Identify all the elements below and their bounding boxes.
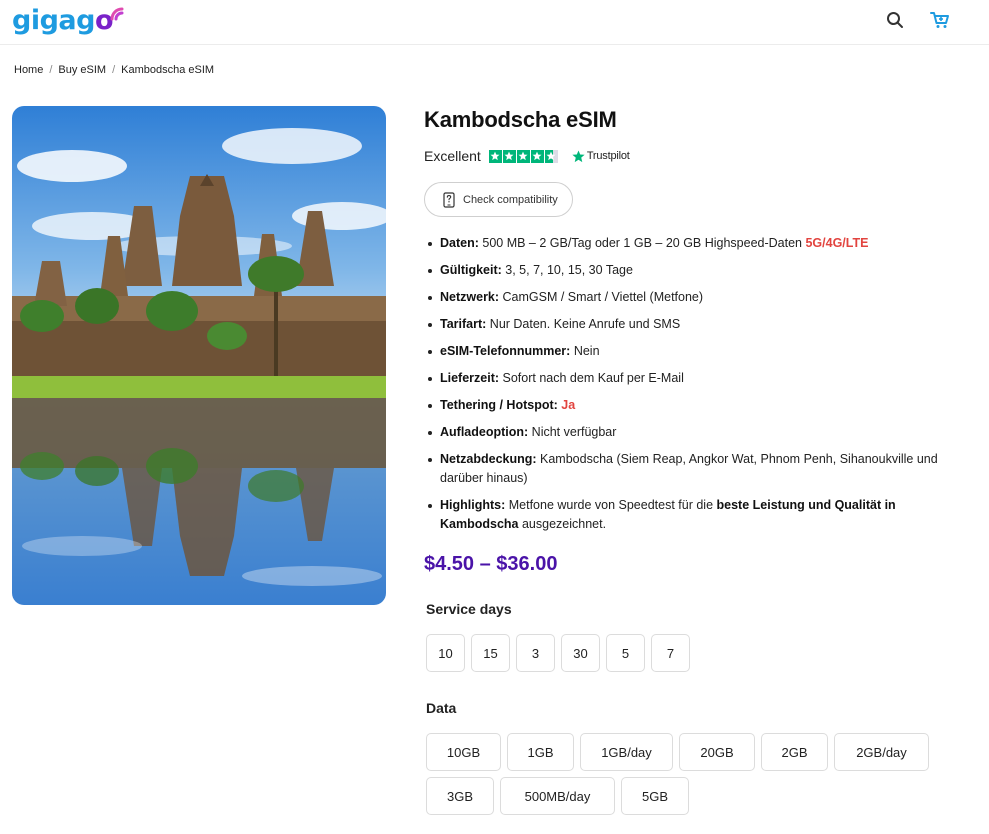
data-option[interactable]: 20GB bbox=[679, 733, 755, 771]
feature-plan-type: Tarifart: Nur Daten. Keine Anrufe und SM… bbox=[426, 315, 966, 334]
product-title: Kambodscha eSIM bbox=[424, 107, 617, 132]
product-image bbox=[12, 106, 386, 605]
data-option[interactable]: 5GB bbox=[621, 777, 689, 815]
feature-tethering: Tethering / Hotspot: Ja bbox=[426, 396, 966, 415]
check-compatibility-label: Check compatibility bbox=[463, 193, 558, 206]
service-day-option[interactable]: 15 bbox=[471, 634, 510, 672]
star-icon bbox=[502, 149, 516, 163]
logo-signal-icon bbox=[110, 7, 124, 21]
data-label: Data bbox=[426, 700, 457, 716]
data-option[interactable]: 2GB bbox=[761, 733, 828, 771]
service-day-option[interactable]: 10 bbox=[426, 634, 465, 672]
feature-phone-number: eSIM-Telefonnummer: Nein bbox=[426, 342, 966, 361]
site-header: gigago bbox=[0, 0, 989, 45]
trustpilot-label: Trustpilot bbox=[586, 150, 630, 162]
rating-stars bbox=[488, 149, 558, 163]
star-icon bbox=[488, 149, 502, 163]
data-option[interactable]: 1GB bbox=[507, 733, 574, 771]
breadcrumb-separator: / bbox=[49, 64, 53, 76]
feature-data: Daten: 500 MB – 2 GB/Tag oder 1 GB – 20 … bbox=[426, 234, 966, 253]
data-option[interactable]: 3GB bbox=[426, 777, 494, 815]
breadcrumb-separator: / bbox=[112, 64, 116, 76]
gigago-logo[interactable]: gigago bbox=[12, 3, 124, 37]
service-days-options: 10 15 3 30 5 7 bbox=[426, 634, 690, 672]
service-days-label: Service days bbox=[426, 601, 512, 617]
feature-list: Daten: 500 MB – 2 GB/Tag oder 1 GB – 20 … bbox=[426, 234, 966, 542]
star-half-icon bbox=[544, 149, 558, 163]
data-option[interactable]: 1GB/day bbox=[580, 733, 673, 771]
phone-question-icon bbox=[443, 191, 455, 208]
feature-validity: Gültigkeit: 3, 5, 7, 10, 15, 30 Tage bbox=[426, 261, 966, 280]
service-day-option[interactable]: 7 bbox=[651, 634, 690, 672]
feature-delivery: Lieferzeit: Sofort nach dem Kauf per E-M… bbox=[426, 369, 966, 388]
search-icon[interactable] bbox=[884, 9, 906, 31]
trustpilot-star-icon bbox=[572, 150, 585, 162]
price-range: $4.50 – $36.00 bbox=[424, 553, 558, 575]
breadcrumb-current: Kambodscha eSIM bbox=[121, 64, 215, 76]
check-compatibility-button[interactable]: Check compatibility bbox=[424, 182, 573, 217]
service-day-option[interactable]: 30 bbox=[561, 634, 600, 672]
breadcrumb: Home / Buy eSIM / Kambodscha eSIM bbox=[14, 64, 214, 76]
rating-word: Excellent bbox=[424, 148, 481, 164]
service-day-option[interactable]: 3 bbox=[516, 634, 555, 672]
trustpilot-rating[interactable]: Excellent Trustpilot bbox=[424, 148, 630, 164]
service-day-option[interactable]: 5 bbox=[606, 634, 645, 672]
star-icon bbox=[516, 149, 530, 163]
breadcrumb-home[interactable]: Home bbox=[14, 64, 43, 76]
cart-icon[interactable] bbox=[929, 9, 951, 31]
star-icon bbox=[530, 149, 544, 163]
feature-coverage: Netzabdeckung: Kambodscha (Siem Reap, An… bbox=[426, 450, 966, 488]
feature-topup: Aufladeoption: Nicht verfügbar bbox=[426, 423, 966, 442]
logo-wordmark: gigago bbox=[12, 4, 114, 36]
feature-highlights: Highlights: Metfone wurde von Speedtest … bbox=[426, 496, 966, 534]
data-options: 10GB 1GB 1GB/day 20GB 2GB 2GB/day 3GB 50… bbox=[426, 733, 966, 815]
breadcrumb-buy-esim[interactable]: Buy eSIM bbox=[58, 64, 106, 76]
feature-network: Netzwerk: CamGSM / Smart / Viettel (Metf… bbox=[426, 288, 966, 307]
trustpilot-logo: Trustpilot bbox=[572, 150, 630, 163]
data-option[interactable]: 500MB/day bbox=[500, 777, 615, 815]
data-option[interactable]: 2GB/day bbox=[834, 733, 929, 771]
data-option[interactable]: 10GB bbox=[426, 733, 501, 771]
